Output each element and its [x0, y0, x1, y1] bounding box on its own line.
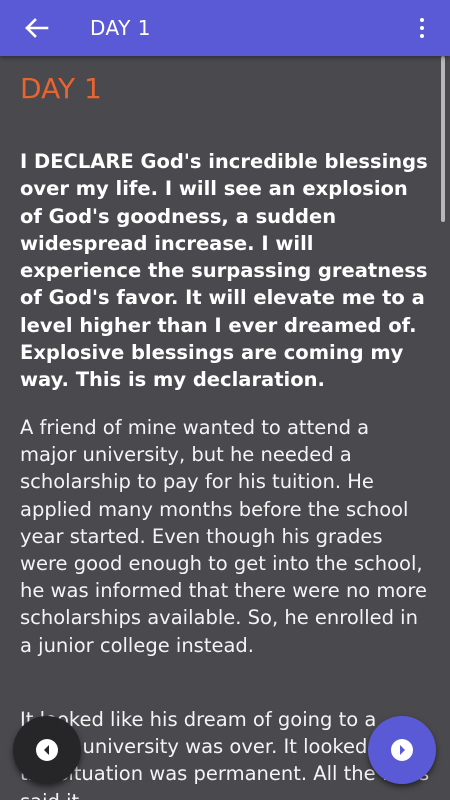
- reading-content[interactable]: DAY 1 I DECLARE God's incredible blessin…: [0, 56, 450, 800]
- previous-day-button[interactable]: [13, 716, 81, 784]
- next-day-button[interactable]: [368, 716, 436, 784]
- day-heading: DAY 1: [20, 72, 102, 105]
- declaration-text: I DECLARE God's incredible blessings ove…: [20, 150, 428, 392]
- overflow-menu-button[interactable]: [408, 12, 436, 44]
- back-button[interactable]: [20, 12, 52, 44]
- page-title: DAY 1: [90, 16, 151, 40]
- body-paragraph: A friend of mine wanted to attend a majo…: [20, 416, 427, 657]
- app-bar: DAY 1: [0, 0, 450, 56]
- scrollbar-thumb[interactable]: [441, 56, 445, 222]
- chevron-right-circle-icon: [391, 739, 413, 761]
- chevron-left-circle-icon: [36, 739, 58, 761]
- arrow-left-icon: [25, 18, 49, 38]
